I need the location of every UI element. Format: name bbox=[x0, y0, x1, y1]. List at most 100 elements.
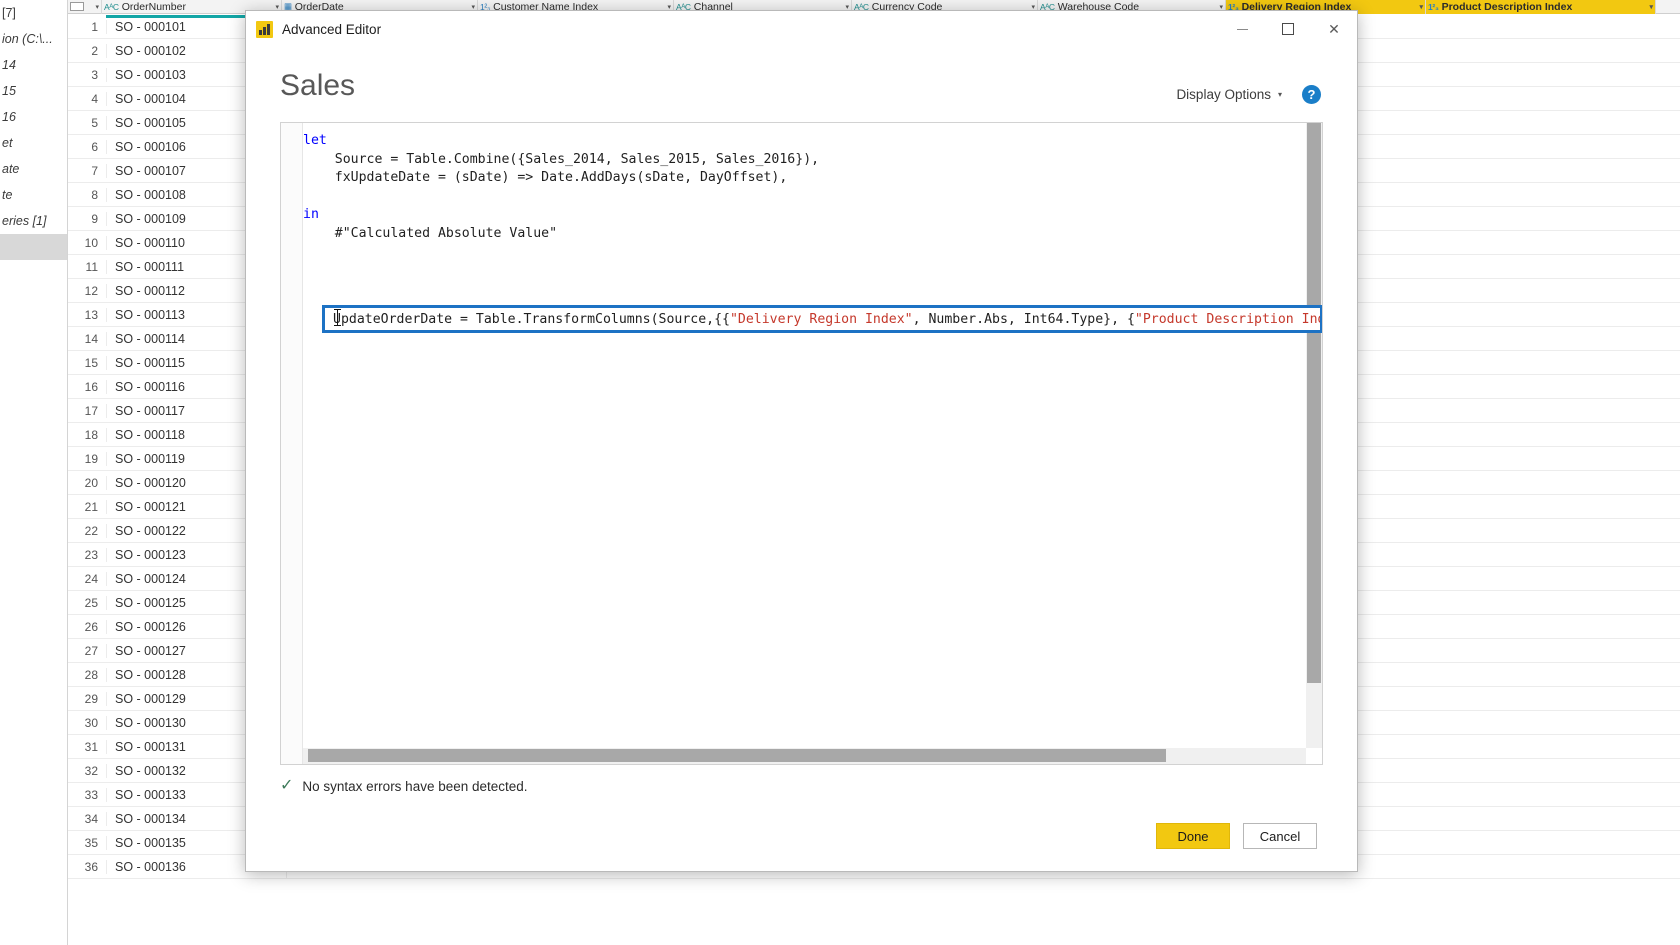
queries-list[interactable]: [7] ion (C:\... 14 15 16 et ate te eries [1] bbox=[0, 0, 67, 260]
row-number: 33 bbox=[84, 787, 98, 802]
query-list-item[interactable]: te bbox=[0, 182, 67, 208]
row-number: 26 bbox=[84, 619, 98, 634]
chevron-down-icon[interactable]: ▾ bbox=[1419, 3, 1423, 11]
query-list-item[interactable]: et bbox=[0, 130, 67, 156]
vertical-scroll-thumb[interactable] bbox=[1307, 123, 1321, 683]
row-number: 12 bbox=[84, 283, 98, 298]
row-number: 16 bbox=[84, 379, 98, 394]
checkmark-icon: ✓ bbox=[280, 777, 294, 794]
code-token: in bbox=[303, 207, 319, 223]
row-number: 24 bbox=[84, 571, 98, 586]
query-list-item[interactable]: 15 bbox=[0, 78, 67, 104]
row-number: 4 bbox=[91, 91, 98, 106]
row-number: 27 bbox=[84, 643, 98, 658]
row-number: 7 bbox=[91, 163, 98, 178]
code-editor[interactable]: let Source = Table.Combine({Sales_2014, … bbox=[280, 122, 1323, 765]
row-number: 5 bbox=[91, 115, 98, 130]
row-number: 6 bbox=[91, 139, 98, 154]
row-number: 15 bbox=[84, 355, 98, 370]
code-token: #"Calculated Absolute Value" bbox=[303, 225, 558, 241]
maximize-button[interactable] bbox=[1265, 11, 1311, 47]
editor-horizontal-scrollbar[interactable] bbox=[303, 748, 1306, 764]
row-number: 18 bbox=[84, 427, 98, 442]
column-type-icon: 1²₃ bbox=[1428, 1, 1439, 12]
close-button[interactable]: ✕ bbox=[1311, 11, 1357, 47]
minimize-button[interactable] bbox=[1219, 11, 1265, 47]
row-number: 13 bbox=[84, 307, 98, 322]
text-cursor-icon bbox=[334, 309, 341, 326]
query-list-item[interactable]: eries [1] bbox=[0, 208, 67, 234]
code-line: Source = Table.Combine({Sales_2014, Sale… bbox=[303, 151, 1306, 170]
row-number: 25 bbox=[84, 595, 98, 610]
close-icon: ✕ bbox=[1328, 21, 1340, 37]
row-number: 17 bbox=[84, 403, 98, 418]
editor-gutter bbox=[281, 123, 303, 764]
code-token: , Number.Abs, Int64.Type}, { bbox=[912, 311, 1135, 327]
row-number: 14 bbox=[84, 331, 98, 346]
table-grid-icon bbox=[70, 2, 84, 11]
code-line: fxUpdateDate = (sDate) => Date.AddDays(s… bbox=[303, 169, 1306, 188]
row-number: 10 bbox=[84, 235, 98, 250]
code-line: let bbox=[303, 132, 1306, 151]
row-number: 36 bbox=[84, 859, 98, 874]
query-name-title: Sales bbox=[280, 69, 356, 102]
code-line: in bbox=[303, 206, 1306, 225]
horizontal-scroll-thumb[interactable] bbox=[308, 749, 1166, 762]
code-token: UpdateOrderDate = Table.TransformColumns… bbox=[333, 311, 730, 327]
syntax-status-text: No syntax errors have been detected. bbox=[302, 778, 528, 794]
queries-pane[interactable]: [7] ion (C:\... 14 15 16 et ate te eries [1] bbox=[0, 0, 68, 945]
help-icon[interactable]: ? bbox=[1302, 85, 1321, 104]
query-list-item[interactable]: ate bbox=[0, 156, 67, 182]
query-list-item[interactable]: [7] bbox=[0, 0, 67, 26]
row-number: 9 bbox=[91, 211, 98, 226]
row-number: 22 bbox=[84, 523, 98, 538]
selected-code-line-highlight[interactable]: UpdateOrderDate = Table.TransformColumns… bbox=[322, 305, 1322, 333]
column-header[interactable]: 1²₃ Product Description Index ▾ bbox=[1426, 0, 1656, 14]
header-actions: Display Options ▾ ? bbox=[1176, 71, 1321, 104]
column-header-label: OrderNumber bbox=[121, 0, 186, 13]
display-options-dropdown[interactable]: Display Options ▾ bbox=[1176, 87, 1282, 102]
editor-vertical-scrollbar[interactable] bbox=[1306, 123, 1322, 748]
code-token: Source = Table.Combine({Sales_2014, Sale… bbox=[303, 151, 820, 167]
row-number: 20 bbox=[84, 475, 98, 490]
chevron-down-icon[interactable]: ▾ bbox=[95, 3, 99, 11]
code-token: let bbox=[303, 133, 327, 148]
row-number: 19 bbox=[84, 451, 98, 466]
row-number: 23 bbox=[84, 547, 98, 562]
row-number: 8 bbox=[91, 187, 98, 202]
row-number: 31 bbox=[84, 739, 98, 754]
row-number: 32 bbox=[84, 763, 98, 778]
code-token: fxUpdateDate = (sDate) => Date.AddDays(s… bbox=[303, 170, 788, 186]
row-number: 30 bbox=[84, 715, 98, 730]
query-list-item[interactable]: 16 bbox=[0, 104, 67, 130]
select-all-columns-button[interactable]: ▾ bbox=[68, 0, 102, 14]
dialog-footer: Done Cancel bbox=[246, 823, 1357, 871]
window-controls: ✕ bbox=[1219, 11, 1357, 47]
cancel-button[interactable]: Cancel bbox=[1243, 823, 1317, 849]
done-button[interactable]: Done bbox=[1156, 823, 1230, 849]
chevron-down-icon[interactable]: ▾ bbox=[1649, 3, 1653, 11]
row-number: 28 bbox=[84, 667, 98, 682]
code-line: #"Calculated Absolute Value" bbox=[303, 225, 1306, 244]
query-list-item[interactable]: ion (C:\... bbox=[0, 26, 67, 52]
row-number: 3 bbox=[91, 67, 98, 82]
dialog-titlebar: Advanced Editor ✕ bbox=[246, 11, 1357, 47]
query-list-item[interactable]: 14 bbox=[0, 52, 67, 78]
display-options-label: Display Options bbox=[1176, 87, 1271, 102]
query-list-item[interactable] bbox=[0, 234, 67, 260]
selected-code-line-text: UpdateOrderDate = Table.TransformColumns… bbox=[325, 311, 1320, 327]
code-token: "Product Description Index" bbox=[1134, 311, 1320, 327]
minimize-icon bbox=[1236, 28, 1248, 30]
row-number: 2 bbox=[91, 43, 98, 58]
column-type-icon: AᴬC bbox=[104, 1, 119, 12]
row-number: 35 bbox=[84, 835, 98, 850]
row-number: 11 bbox=[85, 259, 98, 274]
dialog-title: Advanced Editor bbox=[282, 21, 382, 37]
row-number: 21 bbox=[84, 499, 98, 514]
row-number: 1 bbox=[91, 19, 98, 34]
power-bi-icon bbox=[256, 20, 273, 38]
column-header-label: Product Description Index bbox=[1441, 0, 1573, 13]
row-number: 29 bbox=[84, 691, 98, 706]
code-text[interactable]: let Source = Table.Combine({Sales_2014, … bbox=[303, 132, 1306, 748]
